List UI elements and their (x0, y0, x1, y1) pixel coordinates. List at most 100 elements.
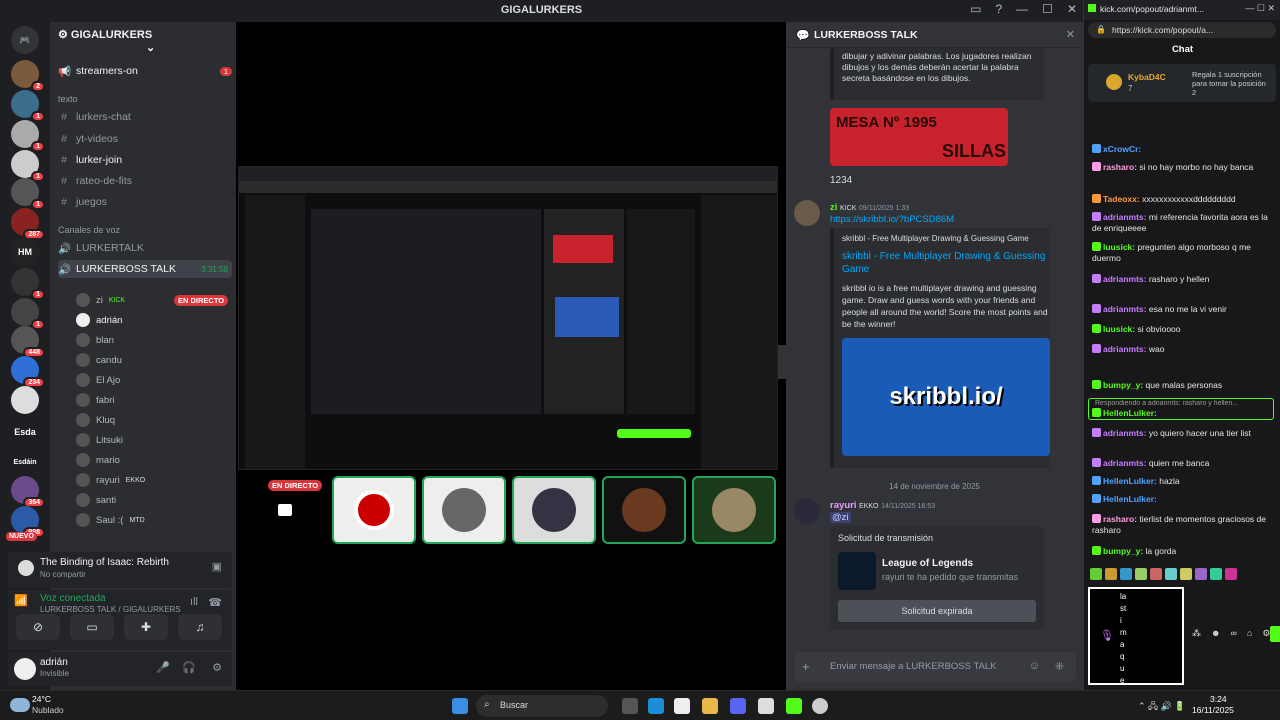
participant-tile[interactable] (602, 476, 686, 544)
discord-home-icon[interactable]: 🎮 (11, 26, 39, 54)
request-expired-button[interactable]: Solicitud expirada (838, 600, 1036, 622)
app-icon[interactable] (812, 698, 828, 714)
camera-button[interactable]: ⊘ (16, 614, 60, 640)
chrome-icon[interactable] (758, 698, 774, 714)
voice-member[interactable]: candu (76, 351, 122, 369)
server-icon-esda[interactable]: Esda (11, 418, 39, 446)
voice-channel-lurkertalk[interactable]: 🔊 LURKERTALK (58, 239, 232, 257)
embed-title[interactable]: skribbl - Free Multiplayer Drawing & Gue… (842, 250, 1048, 276)
message-input[interactable]: + Enviar mensaje a LURKERBOSS TALK ☺ ⁜ (794, 652, 1076, 682)
voice-member[interactable]: Litsuki (76, 431, 123, 449)
chat-text: yo quiero hacer una tier list (1148, 428, 1251, 438)
store-icon[interactable] (674, 698, 690, 714)
weather-temp: 24°C (32, 694, 51, 704)
avatar[interactable] (14, 658, 36, 680)
maximize-icon[interactable]: ☐ (1042, 2, 1053, 16)
chat-message: adrianmts: rasharo y hellen (1092, 274, 1277, 285)
channel-juegos[interactable]: # juegos (58, 193, 232, 211)
windows-start-icon[interactable] (452, 698, 468, 714)
search-box[interactable]: ⌕ Buscar (476, 695, 608, 717)
send-button[interactable] (1270, 626, 1280, 642)
participant-tile[interactable] (512, 476, 596, 544)
voice-channel-lurkerboss-talk[interactable]: 🔊 LURKERBOSS TALK 3:31:58 (58, 260, 232, 278)
voice-member[interactable]: El Ajo (76, 371, 120, 389)
voice-member[interactable]: fabri (76, 391, 114, 409)
server-icon[interactable]: 998 (11, 506, 45, 538)
headphones-icon[interactable]: 🎧 (182, 661, 196, 674)
kick-icon[interactable] (786, 698, 802, 714)
voice-member[interactable]: mario (76, 451, 120, 469)
chat-toolbar[interactable]: ⁂ ☻ ∞ ⌂ ⚙ (1192, 628, 1270, 639)
activities-button[interactable]: ✚ (124, 614, 168, 640)
server-name[interactable]: ⚙ GIGALURKERS ⌄ (58, 28, 236, 54)
voice-member[interactable]: rayuri EKKO (76, 471, 145, 489)
chat-input-box[interactable]: la st i m a q u e 🎙 (1088, 587, 1184, 685)
server-icon[interactable]: 287 (11, 208, 45, 240)
minimize-icon[interactable]: — (1016, 2, 1028, 16)
activity-sub: No compartir (40, 570, 86, 579)
avatar[interactable] (794, 498, 820, 524)
server-icon[interactable]: 234 (11, 356, 45, 388)
mention[interactable]: @zi (830, 512, 851, 523)
server-icon[interactable]: 1 (11, 150, 45, 182)
edge-icon[interactable] (648, 698, 664, 714)
soundboard-button[interactable]: ♫ (178, 614, 222, 640)
emote-bar[interactable] (1090, 568, 1276, 584)
server-icon[interactable]: 1 (11, 268, 45, 300)
noise-suppression-icon[interactable]: ıll (190, 596, 198, 608)
server-icon[interactable]: 1 (11, 120, 45, 152)
skribbl-image[interactable]: skribbl.io/ (842, 338, 1050, 456)
chat-text: la gorda (1145, 546, 1177, 556)
screen-share-icon[interactable]: ▣ (212, 560, 222, 573)
avatar[interactable] (794, 200, 820, 226)
activity-panel: The Binding of Isaac: Rebirth No compart… (8, 552, 232, 588)
message-link[interactable]: https://skribbl.io/?bPCSD86M (830, 214, 954, 225)
channel-lurker-join[interactable]: # lurker-join (58, 151, 232, 169)
microphone-icon[interactable]: 🎤 (156, 661, 170, 674)
screen-share-button[interactable]: ▭ (70, 614, 114, 640)
participant-tile[interactable] (332, 476, 416, 544)
inbox-icon[interactable]: ▭ (970, 2, 981, 16)
help-icon[interactable]: ? (995, 2, 1002, 16)
server-icon[interactable]: 364 (11, 476, 45, 508)
image-attachment[interactable]: MESA Nº 1995 SILLAS (830, 108, 1008, 166)
url-bar[interactable]: 🔒 https://kick.com/popout/a... (1088, 22, 1276, 38)
chat-message: HellenLulker: hazla (1092, 476, 1277, 487)
server-icon[interactable]: 2 (11, 60, 45, 92)
server-icon[interactable]: 448 (11, 326, 45, 358)
category-text[interactable]: texto (58, 94, 78, 104)
voice-member[interactable]: adrián (76, 311, 122, 329)
channel-lurkers-chat[interactable]: # lurkers-chat (58, 108, 232, 126)
embed-text: dibujar y adivinar palabras. Los jugador… (842, 51, 1032, 83)
server-icon[interactable] (11, 386, 39, 414)
disconnect-icon[interactable]: ☎ (208, 596, 222, 609)
channel-yt-videos[interactable]: # yt-videos (58, 130, 232, 148)
voice-member[interactable]: blan (76, 331, 114, 349)
server-icon[interactable]: 1 (11, 90, 45, 122)
stream-screen[interactable] (238, 166, 778, 470)
settings-gear-icon[interactable]: ⚙ (212, 661, 222, 674)
task-view-icon[interactable] (622, 698, 638, 714)
server-icon[interactable]: 1 (11, 298, 45, 330)
gift-leaderboard[interactable]: KybaD4C 7 Regala 1 suscripción para toma… (1088, 64, 1276, 102)
live-tile[interactable]: EN DIRECTO (242, 478, 326, 544)
voice-member[interactable]: Kluq (76, 411, 115, 429)
close-icon[interactable]: ✕ (1067, 2, 1077, 16)
category-voice[interactable]: Canales de voz (58, 225, 120, 235)
tray-icons[interactable]: ⌃ 🖧 🔊 🔋 (1138, 699, 1186, 715)
channel-rateo-de-fits[interactable]: # rateo-de-fits (58, 172, 232, 190)
participant-tile[interactable] (692, 476, 776, 544)
discord-icon[interactable] (730, 698, 746, 714)
close-icon[interactable]: ✕ (1066, 28, 1075, 41)
file-explorer-icon[interactable] (702, 698, 718, 714)
participant-tile[interactable] (422, 476, 506, 544)
emoji-icon: ☺ (1028, 660, 1040, 672)
server-icon-hm[interactable]: HM (11, 238, 39, 266)
server-icon-esdain[interactable]: Esdáin (11, 448, 39, 476)
voice-member[interactable]: Saul :(MTD (76, 511, 145, 529)
voice-member[interactable]: santi (76, 491, 116, 509)
server-icon[interactable]: 1 (11, 178, 45, 210)
chat-text: esa no me la vi venir (1148, 304, 1227, 314)
voice-member[interactable]: zi KICK (76, 291, 125, 309)
channel-streamers-on[interactable]: 📢 streamers-on 1 (58, 62, 232, 80)
